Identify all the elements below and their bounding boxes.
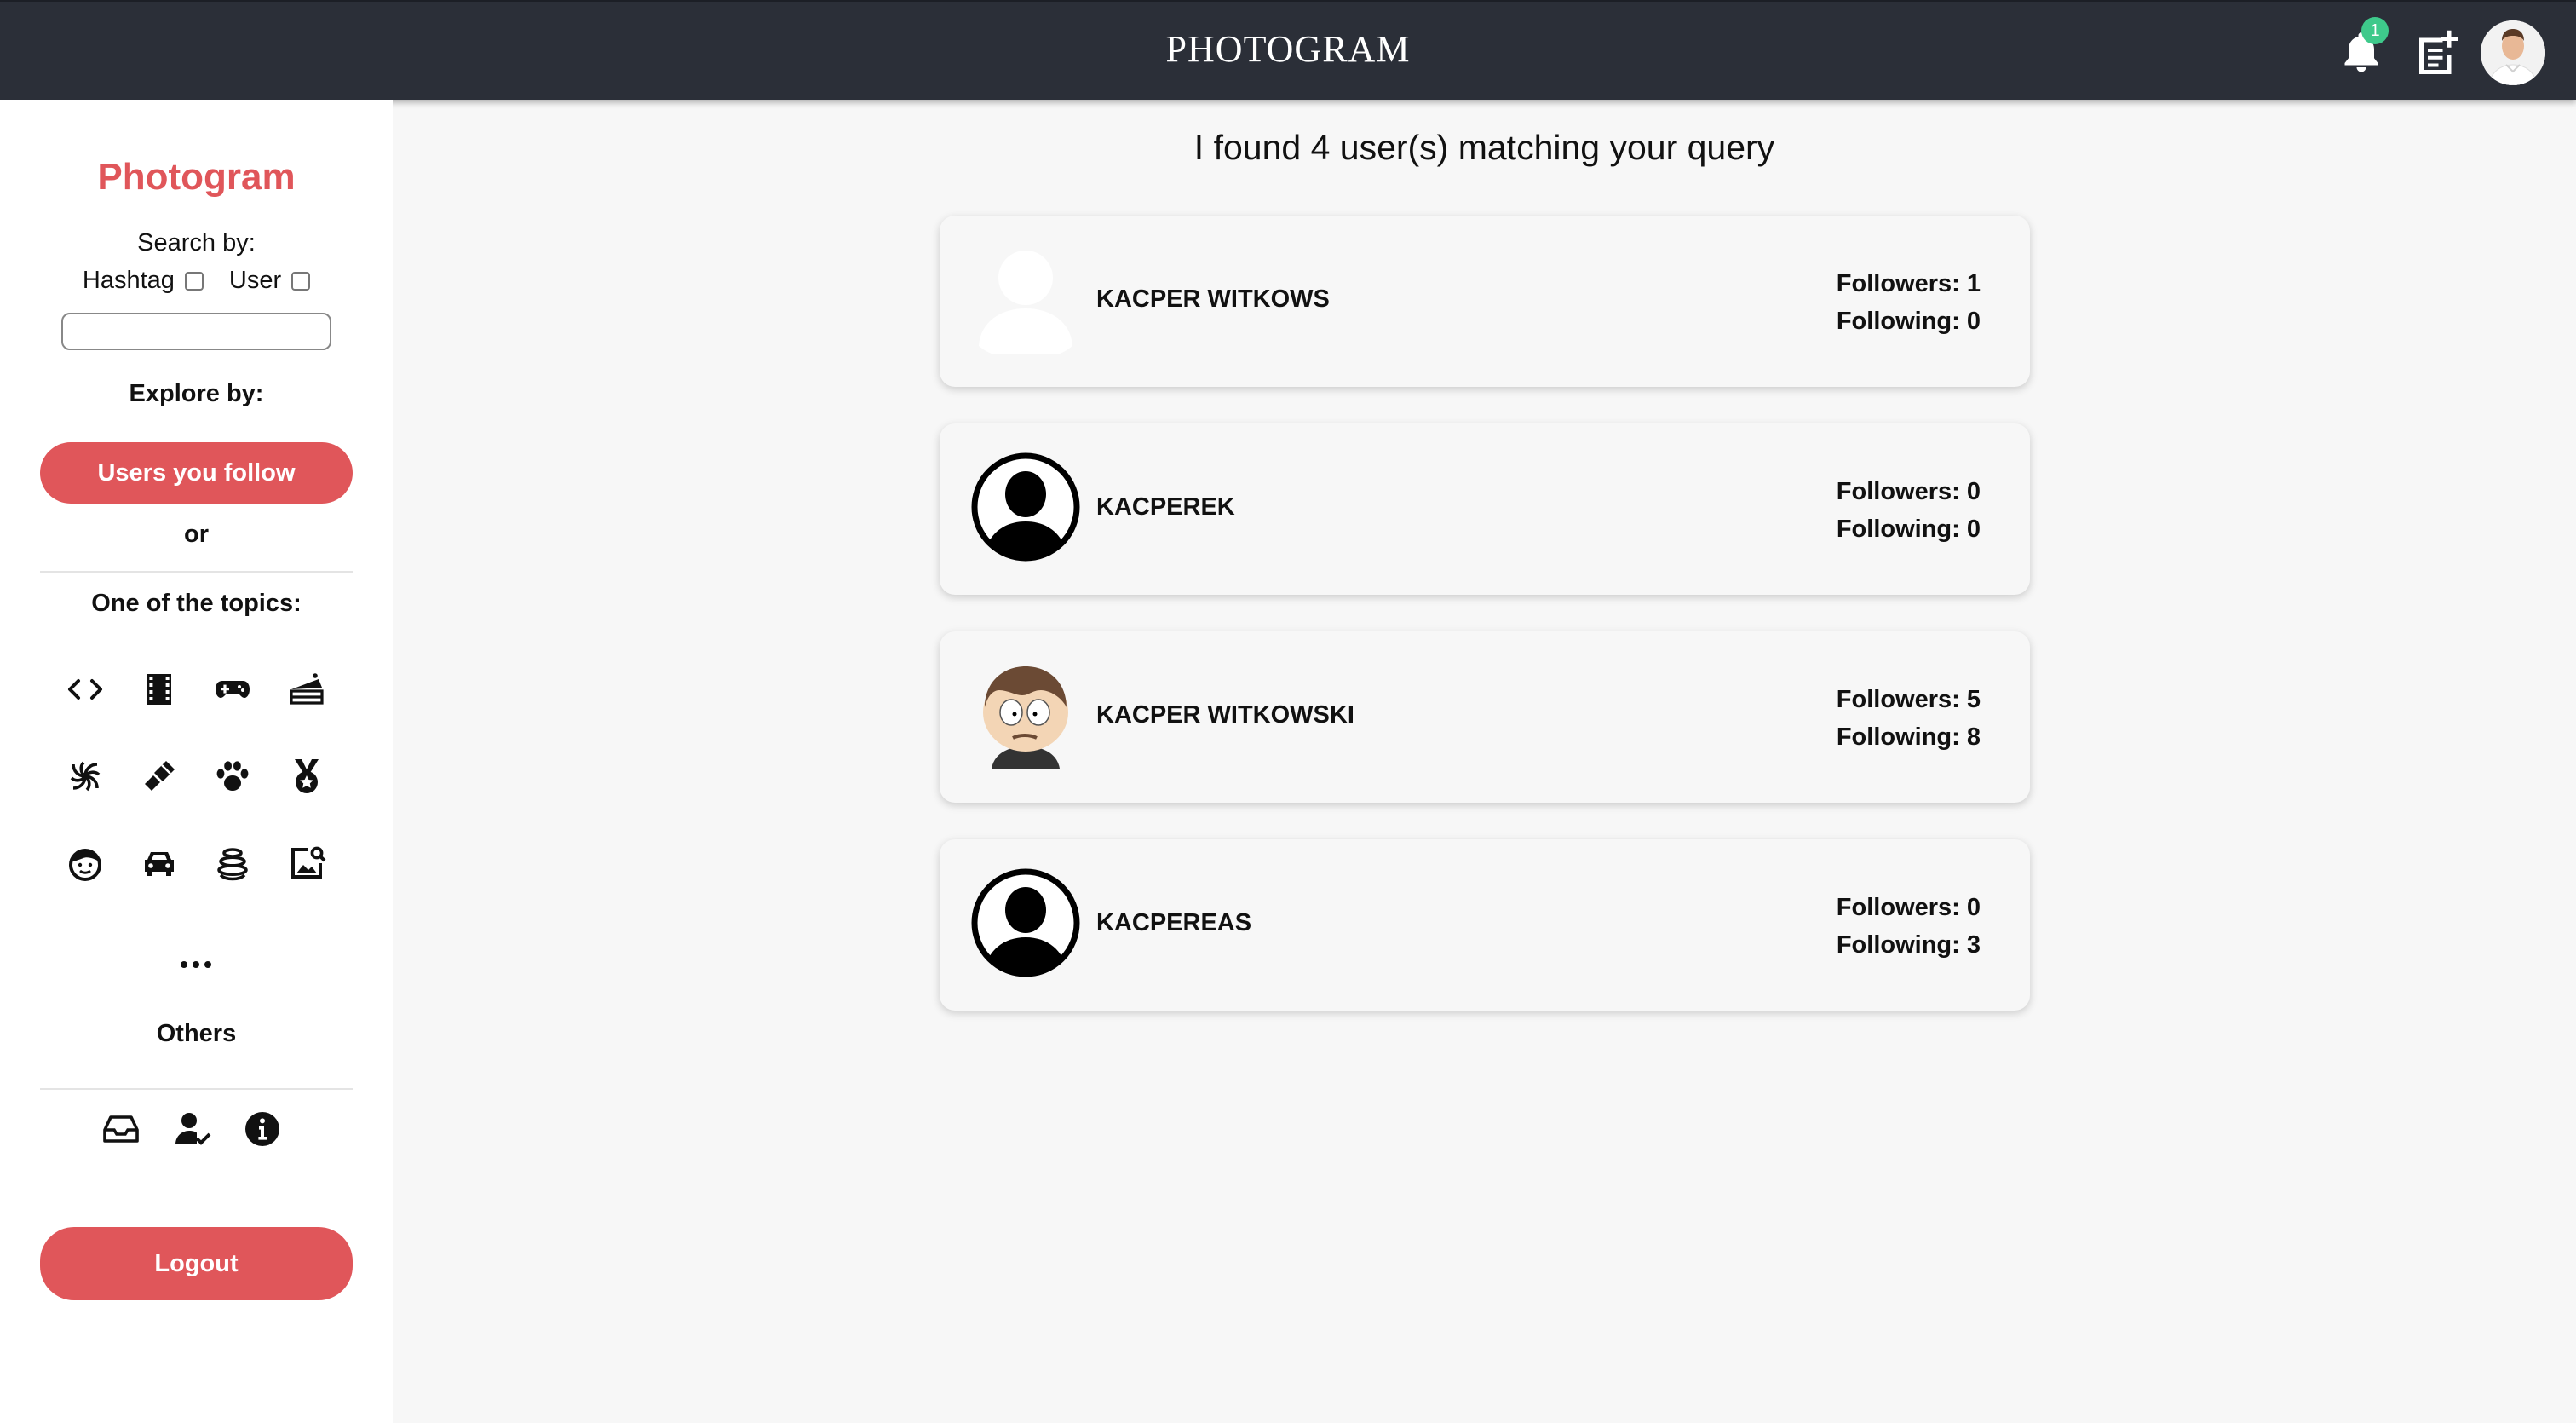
- search-input[interactable]: [61, 313, 331, 350]
- image-search-icon[interactable]: [286, 843, 327, 884]
- planet-icon[interactable]: [212, 843, 253, 884]
- users-you-follow-button[interactable]: Users you follow: [40, 442, 353, 504]
- explore-by-label: Explore by:: [129, 380, 264, 407]
- inbox-icon[interactable]: [101, 1109, 141, 1149]
- others-title: Others: [156, 1020, 237, 1047]
- search-options: Hashtag User: [0, 267, 393, 295]
- cake-icon[interactable]: [286, 669, 327, 710]
- default-avatar-icon: [971, 452, 1080, 562]
- code-icon[interactable]: [65, 669, 106, 710]
- paw-icon[interactable]: [212, 756, 253, 797]
- user-stats: Followers: 0 Following: 3: [1837, 889, 1981, 964]
- topics-title: One of the topics:: [91, 590, 302, 617]
- results-heading: I found 4 user(s) matching your query: [1193, 128, 1775, 167]
- following-count: Following: 3: [1836, 931, 1981, 959]
- divider: [40, 1088, 353, 1090]
- user-name[interactable]: KACPEREK: [1096, 493, 1235, 521]
- user-name[interactable]: KACPER WITKOWSKI: [1096, 701, 1354, 729]
- info-icon[interactable]: [242, 1109, 283, 1149]
- blank-avatar-icon: [979, 251, 1072, 354]
- hashtag-label: Hashtag: [82, 267, 175, 294]
- default-avatar-icon: [971, 868, 1080, 977]
- cartoon-avatar-icon: [983, 666, 1068, 769]
- divider: [40, 571, 353, 573]
- logout-button[interactable]: Logout: [40, 1227, 353, 1300]
- followers-count: Followers: 5: [1836, 686, 1981, 713]
- user-name[interactable]: KACPER WITKOWS: [1096, 285, 1330, 314]
- film-icon[interactable]: [139, 669, 180, 710]
- notification-badge: 1: [2361, 17, 2389, 44]
- search-by-label: Search by:: [137, 229, 256, 256]
- followers-count: Followers: 0: [1836, 894, 1981, 921]
- face-icon[interactable]: [65, 843, 106, 884]
- profile-avatar[interactable]: [2481, 20, 2545, 85]
- user-stats: Followers: 1 Following: 0: [1837, 265, 1981, 340]
- followers-count: Followers: 0: [1836, 478, 1981, 505]
- following-count: Following: 0: [1836, 308, 1981, 335]
- car-icon[interactable]: [139, 843, 180, 884]
- user-result-card[interactable]: KACPER WITKOWS Followers: 1 Following: 0: [940, 216, 2030, 387]
- following-count: Following: 0: [1836, 516, 1981, 543]
- user-result-card[interactable]: KACPEREK Followers: 0 Following: 0: [940, 423, 2030, 595]
- user-name[interactable]: KACPEREAS: [1096, 909, 1251, 937]
- following-count: Following: 8: [1836, 723, 1981, 751]
- sidebar-title: Photogram: [97, 156, 296, 198]
- hashtag-checkbox[interactable]: [184, 271, 204, 291]
- more-icon[interactable]: [179, 959, 213, 971]
- or-label: or: [184, 521, 209, 548]
- medal-icon[interactable]: [286, 756, 327, 797]
- new-post-icon[interactable]: [2411, 27, 2462, 78]
- lipstick-icon[interactable]: [139, 756, 180, 797]
- brand-title[interactable]: PHOTOGRAM: [0, 27, 2576, 71]
- spiral-icon[interactable]: [65, 756, 106, 797]
- top-navbar: PHOTOGRAM 1: [0, 0, 2576, 100]
- gamepad-icon[interactable]: [212, 669, 253, 710]
- user-result-card[interactable]: KACPER WITKOWSKI Followers: 5 Following:…: [940, 631, 2030, 803]
- user-stats: Followers: 5 Following: 8: [1837, 681, 1981, 756]
- user-result-card[interactable]: KACPEREAS Followers: 0 Following: 3: [940, 839, 2030, 1011]
- user-label: User: [228, 267, 282, 294]
- sidebar: Photogram Search by: Hashtag User Explor…: [0, 100, 393, 1423]
- user-stats: Followers: 0 Following: 0: [1837, 473, 1981, 548]
- followers-count: Followers: 1: [1836, 270, 1981, 297]
- user-checkbox[interactable]: [291, 271, 311, 291]
- user-check-icon[interactable]: [172, 1109, 213, 1149]
